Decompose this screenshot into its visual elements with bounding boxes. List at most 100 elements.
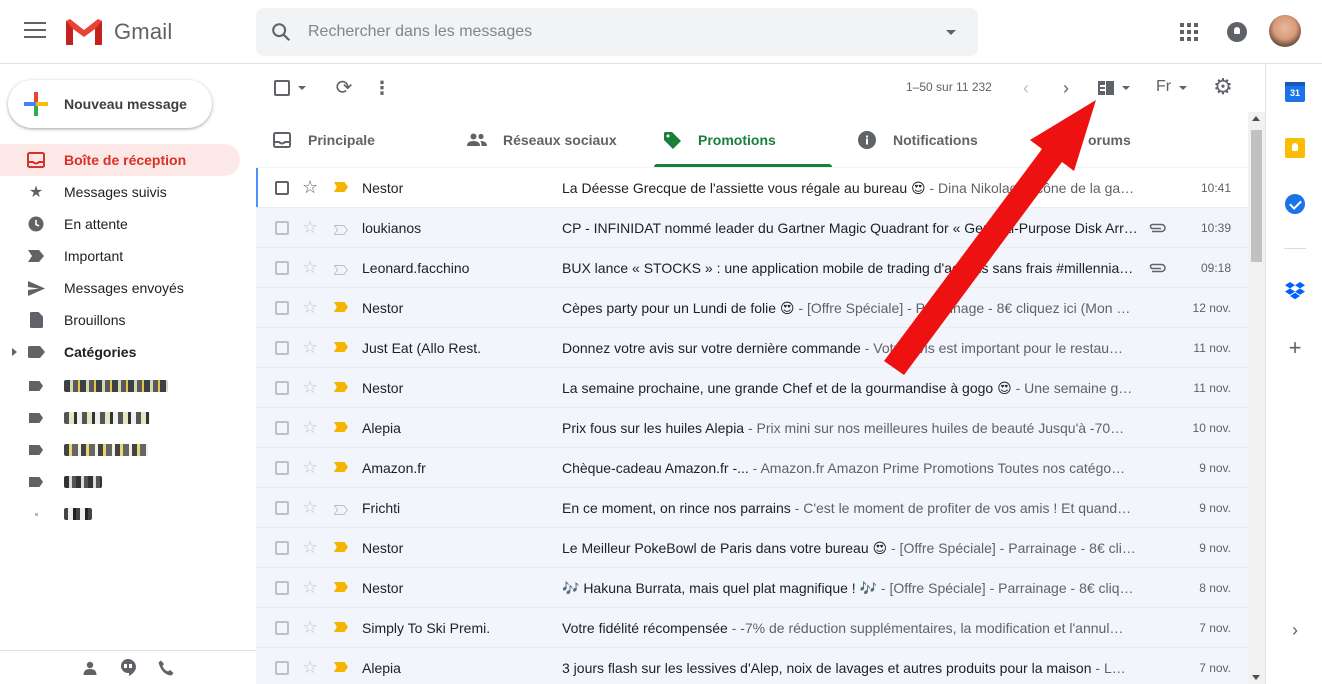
dropbox-icon[interactable] [1285, 282, 1305, 302]
scroll-up-icon[interactable] [1252, 116, 1260, 121]
main-menu-icon[interactable] [24, 22, 46, 42]
language-caret-icon[interactable] [1179, 86, 1187, 90]
gmail-logo[interactable]: Gmail [64, 16, 172, 48]
row-checkbox[interactable] [275, 381, 289, 395]
important-marker-icon[interactable] [334, 302, 348, 312]
tab-forums[interactable]: orums [1052, 112, 1131, 168]
apps-grid-icon[interactable] [1180, 23, 1198, 41]
row-checkbox[interactable] [275, 621, 289, 635]
important-marker-icon[interactable] [334, 462, 348, 472]
email-row[interactable]: ☆ Nestor La semaine prochaine, une grande … [256, 368, 1249, 408]
tasks-icon[interactable] [1285, 194, 1305, 214]
newer-page-icon[interactable]: › [1054, 76, 1078, 100]
important-marker-icon[interactable] [334, 662, 348, 672]
important-marker-icon[interactable] [333, 222, 348, 235]
star-icon[interactable]: ☆ [302, 617, 318, 637]
star-icon[interactable]: ☆ [302, 497, 318, 517]
star-icon[interactable]: ☆ [302, 337, 318, 357]
email-row[interactable]: ☆ Nestor La Déesse Grecque de l'assiette v… [256, 168, 1249, 208]
row-checkbox[interactable] [275, 661, 289, 675]
add-addon-icon[interactable]: + [1285, 337, 1305, 359]
email-row[interactable]: ☆ Nestor Le Meilleur PokeBowl de Paris dan… [256, 528, 1249, 568]
important-marker-icon[interactable] [334, 342, 348, 352]
sidebar-item-starred[interactable]: ★ Messages suivis [0, 176, 256, 208]
important-marker-icon[interactable] [333, 502, 348, 515]
row-checkbox[interactable] [275, 301, 289, 315]
search-input[interactable] [308, 20, 908, 44]
tab-principale[interactable]: Principale [272, 112, 375, 168]
sidebar-item-important[interactable]: Important [0, 240, 256, 272]
sidebar-item-inbox[interactable]: Boîte de réception [0, 144, 240, 176]
email-row[interactable]: ☆ Just Eat (Allo Rest. Donnez votre avis s… [256, 328, 1249, 368]
star-icon[interactable]: ☆ [302, 457, 318, 477]
sidebar-item-snoozed[interactable]: En attente [0, 208, 256, 240]
sidebar-item-label-4[interactable] [0, 466, 256, 498]
star-icon[interactable]: ☆ [302, 257, 318, 277]
more-options-icon[interactable]: ⋮ [372, 76, 392, 100]
refresh-icon[interactable]: ⟳ [332, 76, 356, 100]
email-row[interactable]: ☆ Amazon.fr Chèque-cadeau Amazon.fr -... -… [256, 448, 1249, 488]
row-checkbox[interactable] [275, 181, 289, 195]
phone-icon[interactable] [157, 659, 175, 677]
row-checkbox[interactable] [275, 261, 289, 275]
important-marker-icon[interactable] [334, 622, 348, 632]
star-icon[interactable]: ☆ [302, 417, 318, 437]
star-icon[interactable]: ☆ [302, 657, 318, 677]
calendar-icon[interactable]: 31 [1285, 82, 1305, 102]
keep-icon[interactable] [1285, 138, 1305, 158]
important-marker-icon[interactable] [334, 382, 348, 392]
row-checkbox[interactable] [275, 341, 289, 355]
pagination-count[interactable]: 1–50 sur 11 232 [906, 80, 992, 94]
scrollbar-thumb[interactable] [1251, 130, 1262, 262]
person-icon[interactable] [81, 659, 99, 677]
row-checkbox[interactable] [275, 581, 289, 595]
hangouts-icon[interactable] [119, 658, 137, 677]
email-row[interactable]: ☆ Alepia 3 jours flash sur les lessives d'… [256, 648, 1249, 684]
tab-notifications[interactable]: Notifications [857, 112, 978, 168]
sidebar-item-categories[interactable]: Catégories [0, 336, 256, 368]
expand-panel-icon[interactable]: › [1285, 620, 1305, 640]
email-row[interactable]: ☆ Simply To Ski Premi. Votre fidélité réco… [256, 608, 1249, 648]
tab-reseaux-sociaux[interactable]: Réseaux sociaux [467, 112, 617, 168]
sidebar-item-label-2[interactable] [0, 402, 256, 434]
email-row[interactable]: ☆ loukianos CP - INFINIDAT nommé leader du… [256, 208, 1249, 248]
star-icon[interactable]: ☆ [302, 297, 318, 317]
important-marker-icon[interactable] [334, 182, 348, 192]
sidebar-item-label-5[interactable] [0, 498, 256, 530]
search-options-icon[interactable] [946, 30, 956, 35]
notifications-icon[interactable] [1227, 22, 1247, 42]
older-page-icon[interactable]: ‹ [1014, 76, 1038, 100]
star-icon[interactable]: ☆ [302, 377, 318, 397]
star-icon[interactable]: ☆ [302, 177, 318, 197]
important-marker-icon[interactable] [334, 542, 348, 552]
row-checkbox[interactable] [275, 421, 289, 435]
row-checkbox[interactable] [275, 541, 289, 555]
sidebar-item-sent[interactable]: Messages envoyés [0, 272, 256, 304]
sidebar-item-label-1[interactable] [0, 370, 256, 402]
split-pane-toggle[interactable] [1096, 78, 1136, 98]
email-row[interactable]: ☆ Leonard.facchino BUX lance « STOCKS » : … [256, 248, 1249, 288]
scroll-down-icon[interactable] [1252, 675, 1260, 680]
input-language-selector[interactable]: Fr [1156, 78, 1171, 96]
search-icon[interactable] [270, 21, 292, 43]
email-row[interactable]: ☆ Alepia Prix fous sur les huiles Alepia -… [256, 408, 1249, 448]
tab-promotions[interactable]: Promotions [662, 112, 776, 168]
row-checkbox[interactable] [275, 501, 289, 515]
email-row[interactable]: ☆ Frichti En ce moment, on rince nos parra… [256, 488, 1249, 528]
expand-arrow-icon[interactable] [12, 348, 17, 356]
select-all-checkbox[interactable] [274, 80, 290, 96]
star-icon[interactable]: ☆ [302, 537, 318, 557]
important-marker-icon[interactable] [334, 582, 348, 592]
gear-icon[interactable]: ⚙ [1211, 75, 1235, 99]
star-icon[interactable]: ☆ [302, 217, 318, 237]
email-row[interactable]: ☆ Nestor Cèpes party pour un Lundi de foli… [256, 288, 1249, 328]
row-checkbox[interactable] [275, 221, 289, 235]
compose-button[interactable]: Nouveau message [8, 80, 212, 128]
star-icon[interactable]: ☆ [302, 577, 318, 597]
important-marker-icon[interactable] [334, 422, 348, 432]
sidebar-item-label-3[interactable] [0, 434, 256, 466]
select-dropdown-icon[interactable] [298, 86, 306, 90]
avatar[interactable] [1269, 15, 1301, 47]
email-row[interactable]: ☆ Nestor 🎶 Hakuna Burrata, mais quel plat … [256, 568, 1249, 608]
important-marker-icon[interactable] [333, 262, 348, 275]
